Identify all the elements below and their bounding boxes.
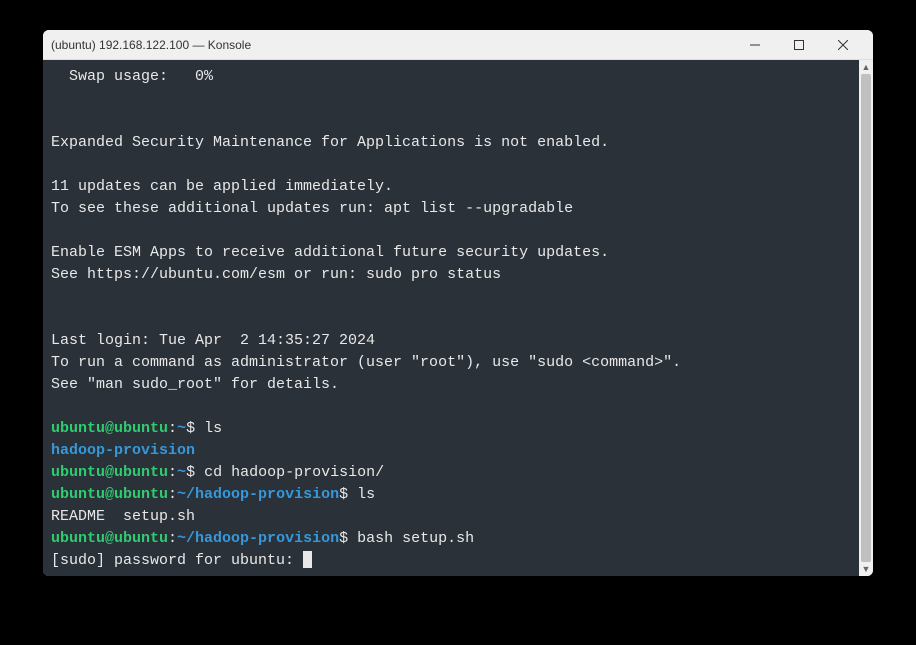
sudo-prompt: [sudo] password for ubuntu:: [51, 552, 303, 569]
motd-updates1: 11 updates can be applied immediately.: [51, 178, 393, 195]
minimize-button[interactable]: [733, 31, 777, 59]
prompt-path: ~/hadoop-provision: [177, 530, 339, 547]
prompt-colon: :: [168, 464, 177, 481]
konsole-window: (ubuntu) 192.168.122.100 — Konsole Swap …: [43, 30, 873, 576]
motd-updates2: To see these additional updates run: apt…: [51, 200, 573, 217]
prompt-dollar: $: [339, 530, 348, 547]
prompt-path: ~: [177, 464, 186, 481]
cmd-ls: ls: [195, 420, 222, 437]
cmd-cd: cd hadoop-provision/: [195, 464, 384, 481]
motd-swap: Swap usage: 0%: [51, 68, 213, 85]
prompt-dollar: $: [186, 464, 195, 481]
window-controls: [733, 31, 865, 59]
prompt-userhost: ubuntu@ubuntu: [51, 530, 168, 547]
terminal-container: Swap usage: 0% Expanded Security Mainten…: [43, 60, 873, 576]
prompt-colon: :: [168, 420, 177, 437]
prompt-dollar: $: [339, 486, 348, 503]
prompt-colon: :: [168, 486, 177, 503]
vertical-scrollbar[interactable]: ▲ ▼: [859, 60, 873, 576]
motd-sudo2: See "man sudo_root" for details.: [51, 376, 339, 393]
scroll-down-button[interactable]: ▼: [859, 562, 873, 576]
prompt-userhost: ubuntu@ubuntu: [51, 464, 168, 481]
terminal-cursor: [303, 551, 312, 568]
close-button[interactable]: [821, 31, 865, 59]
prompt-userhost: ubuntu@ubuntu: [51, 486, 168, 503]
scroll-thumb[interactable]: [861, 74, 871, 562]
prompt-path: ~/hadoop-provision: [177, 486, 339, 503]
ls-output-dir: hadoop-provision: [51, 442, 195, 459]
cmd-ls2: ls: [348, 486, 375, 503]
ls-output-files: README setup.sh: [51, 508, 195, 525]
motd-esm-enable1: Enable ESM Apps to receive additional fu…: [51, 244, 609, 261]
motd-lastlogin: Last login: Tue Apr 2 14:35:27 2024: [51, 332, 375, 349]
maximize-button[interactable]: [777, 31, 821, 59]
prompt-userhost: ubuntu@ubuntu: [51, 420, 168, 437]
close-icon: [838, 40, 848, 50]
scroll-up-button[interactable]: ▲: [859, 60, 873, 74]
prompt-colon: :: [168, 530, 177, 547]
titlebar[interactable]: (ubuntu) 192.168.122.100 — Konsole: [43, 30, 873, 60]
window-title: (ubuntu) 192.168.122.100 — Konsole: [51, 38, 733, 52]
prompt-dollar: $: [186, 420, 195, 437]
motd-esm-enable2: See https://ubuntu.com/esm or run: sudo …: [51, 266, 501, 283]
cmd-bash: bash setup.sh: [348, 530, 474, 547]
minimize-icon: [750, 40, 760, 50]
maximize-icon: [794, 40, 804, 50]
prompt-path: ~: [177, 420, 186, 437]
motd-sudo1: To run a command as administrator (user …: [51, 354, 681, 371]
terminal-output[interactable]: Swap usage: 0% Expanded Security Mainten…: [43, 60, 859, 576]
motd-esm: Expanded Security Maintenance for Applic…: [51, 134, 609, 151]
